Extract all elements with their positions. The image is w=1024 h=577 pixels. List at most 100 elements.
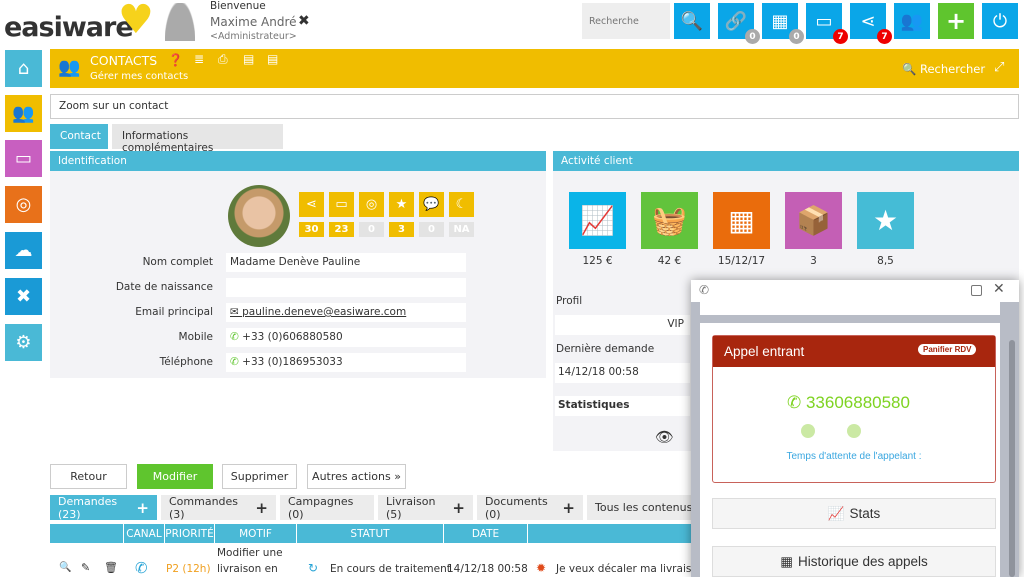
stats-label: Statistiques [555,396,690,416]
zoom-contact-field[interactable]: Zoom sur un contact [50,94,1019,119]
calendar-icon: ▦ [780,553,793,569]
logo: easiware [4,12,134,43]
kpi-value: 8,5 [877,255,894,267]
laptop-icon: ▭ [815,10,833,32]
kpi-value: 125 € [582,255,613,267]
maximize-button[interactable] [971,285,982,296]
plus-icon[interactable]: + [452,499,465,517]
expand-icon[interactable]: ⤢ [994,60,1004,75]
column-header[interactable]: PRIORITÉ [165,524,215,543]
field-value[interactable]: ✆ +33 (0)606880580 [226,328,466,347]
megaphone-icon[interactable]: ☾ [449,192,474,217]
chart-icon: 📈 [827,505,845,521]
user-role: <Administrateur> [210,31,297,42]
plus-icon[interactable]: + [255,499,268,517]
wait-time-label: Temps d'attente de l'appelant : [786,451,922,462]
users-button[interactable]: 👥 [894,3,930,39]
sidebar-tools[interactable]: ✖ [5,278,42,315]
column-header[interactable]: STATUT [297,524,444,543]
counter-value: 3 [389,222,414,237]
help-icon[interactable]: ❓ [168,53,183,67]
add-button[interactable]: + [938,3,974,39]
plus-icon[interactable]: + [136,499,149,517]
subtab[interactable]: Documents (0) + [477,495,583,521]
search-input[interactable] [582,3,670,39]
star-icon[interactable]: ★ [857,192,914,249]
module-search[interactable]: 🔍 Rechercher [902,62,985,76]
star-icon[interactable]: ★ [389,192,414,217]
trend-icon[interactable]: 📈 [569,192,626,249]
share-button[interactable]: ⋖ 7 [850,3,892,44]
sidebar-campaigns[interactable]: ◎ [5,186,42,223]
email-icon: ✉ [230,306,243,318]
box-icon[interactable]: 📦 [785,192,842,249]
print-icon[interactable]: ⎙ [218,52,228,67]
incoming-call-title: Appel entrant [724,344,805,359]
user-name[interactable]: Maxime André [210,15,297,29]
phone-icon: ✆ [787,393,806,412]
subtab-label: Tous les contenus [595,501,693,514]
share-icon[interactable]: ⋖ [299,192,324,217]
sidebar-home[interactable]: ⌂ [5,50,42,87]
tab-informations[interactable]: Informations complémentaires [112,124,283,154]
close-button[interactable]: ✕ [993,281,1005,297]
tools-icon[interactable]: ✖ [298,13,310,29]
subtab[interactable]: Campagnes (0) [280,495,374,521]
calendar-button[interactable]: ▦ 0 [762,3,804,44]
caller-number[interactable]: ✆ 33606880580 [787,393,910,413]
tools-icon: ✖ [15,286,32,307]
zoom-icon[interactable]: 🔍 [59,562,71,573]
plus-icon[interactable]: + [562,499,575,517]
sidebar-cloud[interactable]: ☁ [5,232,42,269]
incoming-call-header: Appel entrant Panifier RDV [713,336,995,367]
phone-icon: ✆ [230,356,243,368]
column-header[interactable]: CANAL [124,524,165,543]
motif-line2: livraison en [217,563,278,575]
basket-icon[interactable]: 🧺 [641,192,698,249]
target-icon[interactable]: ◎ [359,192,384,217]
call-history-button[interactable]: ▦ Historique des appels [712,546,996,577]
export-icon[interactable]: ▤ [243,52,254,66]
stats-button[interactable]: 📈 Stats [712,498,996,529]
schedule-button[interactable]: Panifier RDV [918,344,977,355]
sidebar-contacts[interactable]: 👥 [5,95,42,132]
column-header[interactable] [50,524,124,543]
sidebar-screen[interactable]: ▭ [5,140,42,177]
inbox-icon[interactable]: ▭ [329,192,354,217]
subtab[interactable]: Tous les contenus [587,495,707,520]
trash-icon[interactable]: 🗑 [104,561,118,574]
screen-badge: 7 [833,29,848,44]
links-button[interactable]: 🔗 0 [718,3,760,44]
chat-icon[interactable]: 💬 [419,192,444,217]
table-row[interactable]: 🔍 ✎ 🗑 ✆ P2 (12h) Modifier une livraison … [50,545,704,577]
subtab[interactable]: Demandes (23) + [50,494,157,521]
power-button[interactable]: ⏻ [982,3,1018,39]
field-value[interactable]: ✆ +33 (0)186953033 [226,353,466,372]
subtab[interactable]: Commandes (3) + [161,495,276,521]
edit-icon[interactable]: ✎ [81,561,90,574]
popup-strip [700,302,1000,315]
column-header[interactable]: DATE [444,524,528,543]
edit-button[interactable]: Modifier [137,464,213,489]
delete-button[interactable]: Supprimer [222,464,297,489]
users-icon: 👥 [12,103,35,124]
stack-icon[interactable]: ≣ [194,52,204,66]
import-icon[interactable]: ▤ [267,52,278,66]
more-actions-button[interactable]: Autres actions » [307,464,406,489]
sidebar-settings[interactable]: ⚙ [5,324,42,361]
screen-button[interactable]: ▭ 7 [806,3,848,44]
column-header[interactable] [528,524,700,543]
back-button[interactable]: Retour [50,464,127,489]
calendar-icon[interactable]: ▦ [713,192,770,249]
search-label: Rechercher [919,62,986,76]
refresh-icon: ↻ [308,561,319,575]
subtab-label: Demandes (23) [58,494,118,521]
eye-icon[interactable]: 👁 [655,428,674,446]
subtab[interactable]: Livraison (5) + [378,495,473,521]
tab-contact[interactable]: Contact [50,124,108,149]
column-header[interactable]: MOTIF [215,524,297,543]
search-button[interactable]: 🔍 [674,3,710,39]
field-value[interactable]: ✉ pauline.deneve@easiware.com [226,303,466,322]
scrollbar[interactable] [1009,340,1015,577]
calendar-badge: 0 [789,29,804,44]
